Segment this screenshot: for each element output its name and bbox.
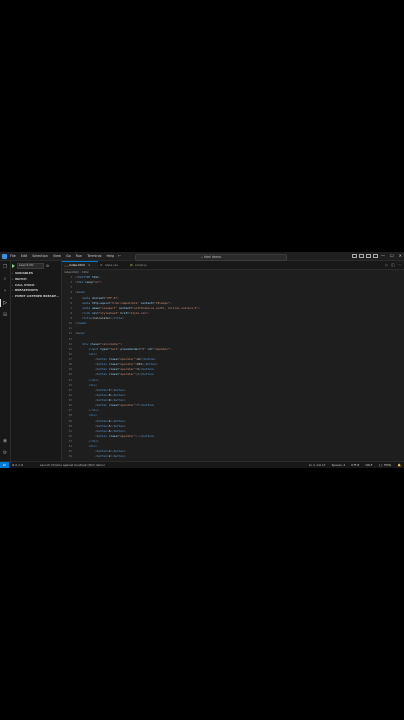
line-number-gutter: 1 2 3 4 5 6 7 8 9 10 11 12 13 14 15 16 17 18 19 20 21 22 23 24 2… [62,275,72,462]
toggle-secondary-sidebar-icon[interactable] [366,253,371,258]
title-bar: File Edit Selection View Go Run Terminal… [0,252,404,261]
code-lines: <!DOCTYPE html> <html lang="en"> <head> <… [75,275,200,462]
tab-label: index.html [69,263,85,267]
run-debug-sidebar: Launch Chr ⚙ › VARIABLES › WATCH › CALL STA… [11,261,62,461]
close-icon[interactable]: × [88,263,91,267]
command-center-search[interactable]: ⌕ html demo [135,253,287,261]
menu-help[interactable]: Help [107,253,115,259]
editor-tabs: <> index.html × # style.css JS script.js ▷ ◫… [62,261,404,270]
menu-run[interactable]: Run [76,253,83,259]
language-mode[interactable]: { } HTML [378,462,391,468]
tab-label: script.js [135,263,147,267]
notifications-bell-icon[interactable]: 🔔 [398,462,401,468]
section-label: VARIABLES [15,271,33,275]
minimize-icon[interactable]: — [381,252,385,259]
menu-selection[interactable]: Selection [32,253,48,259]
menu-file[interactable]: File [10,253,16,259]
menu-edit[interactable]: Edit [21,253,28,259]
manage-gear-icon[interactable]: ⚙ [2,450,8,456]
breadcrumb-separator-icon: › [79,270,82,274]
start-debugging-icon[interactable] [12,264,15,268]
split-editor-icon[interactable]: ◫ [391,263,394,268]
toggle-sidebar-icon[interactable] [352,253,357,258]
section-event-listener-breakpoints[interactable]: › EVENT LISTENER BREAKP... [12,294,59,300]
section-label: BREAKPOINTS [15,288,39,293]
menu-bar: File Edit Selection View Go Run Terminal… [10,253,114,259]
indentation-status[interactable]: Spaces: 4 [332,462,346,468]
problems-indicator[interactable]: ⊗ 0 ⚠ 0 [12,462,23,468]
title-nav: ← [118,253,121,259]
window-controls: — ☐ ✕ [381,252,402,259]
debug-toolbar: Launch Chr ⚙ [12,263,49,269]
toggle-panel-icon[interactable] [359,253,364,258]
html-icon: <> [64,263,70,268]
debug-sections: › VARIABLES › WATCH › CALL STACK › BREAKPOIN… [12,271,59,300]
code-editor[interactable]: 1 2 3 4 5 6 7 8 9 10 11 12 13 14 15 16 17 18 19 20 21 22 23 24 2… [62,275,404,462]
run-file-icon[interactable]: ▷ [385,263,388,268]
run-debug-icon[interactable]: ▷ [2,300,8,306]
active-view-indicator [0,299,1,307]
tab-index-html[interactable]: <> index.html × [62,261,98,269]
launch-config-select[interactable]: Launch Chr [17,263,44,269]
debug-config-status[interactable]: Launch Chrome against localhost (html de… [40,462,105,468]
breadcrumb-symbol[interactable]: html [82,270,88,274]
menu-view[interactable]: View [53,253,61,259]
menu-go[interactable]: Go [66,253,71,259]
section-label: CALL STACK [15,282,35,287]
nav-back-icon[interactable]: ← [118,253,121,259]
explorer-icon[interactable]: ❐ [2,264,8,270]
vscode-logo-icon [2,253,7,259]
line-ending-status[interactable]: CRLF [365,462,372,468]
tab-style-css[interactable]: # style.css [98,261,128,269]
section-label: WATCH [15,276,27,281]
remote-indicator-icon[interactable]: ⇄ [0,462,9,468]
tab-label: style.css [105,263,118,267]
cursor-position[interactable]: Ln 1, Col 17 [309,462,326,468]
source-control-icon[interactable]: ⑂ [2,288,8,294]
editor-actions: ▷ ◫ ⋯ [385,263,401,268]
status-bar: ⇄ ⊗ 0 ⚠ 0 Launch Chrome against localhos… [0,461,404,468]
breadcrumb-file[interactable]: index.html [64,270,79,274]
layout-controls [352,253,378,258]
close-window-icon[interactable]: ✕ [399,252,402,259]
section-label: EVENT LISTENER BREAKP... [15,294,59,299]
activity-bar: ❐ ⌕ ⑂ ▷ ⊞ ◉ ⚙ [0,261,11,461]
search-icon[interactable]: ⌕ [2,276,8,282]
css-icon: # [100,262,103,267]
debug-settings-gear-icon[interactable]: ⚙ [46,264,49,268]
account-icon[interactable]: ◉ [2,438,8,444]
customize-layout-icon[interactable] [373,253,378,258]
extensions-icon[interactable]: ⊞ [2,312,8,318]
menu-terminal[interactable]: Terminal [87,253,101,259]
status-right-items: Ln 1, Col 17 Spaces: 4 UTF-8 CRLF { } HT… [309,462,401,468]
tab-script-js[interactable]: JS script.js [128,261,158,269]
encoding-status[interactable]: UTF-8 [351,462,359,468]
vscode-window: File Edit Selection View Go Run Terminal… [0,252,404,468]
maximize-icon[interactable]: ☐ [390,252,394,259]
js-icon: JS [130,262,133,267]
more-actions-icon[interactable]: ⋯ [398,263,402,268]
